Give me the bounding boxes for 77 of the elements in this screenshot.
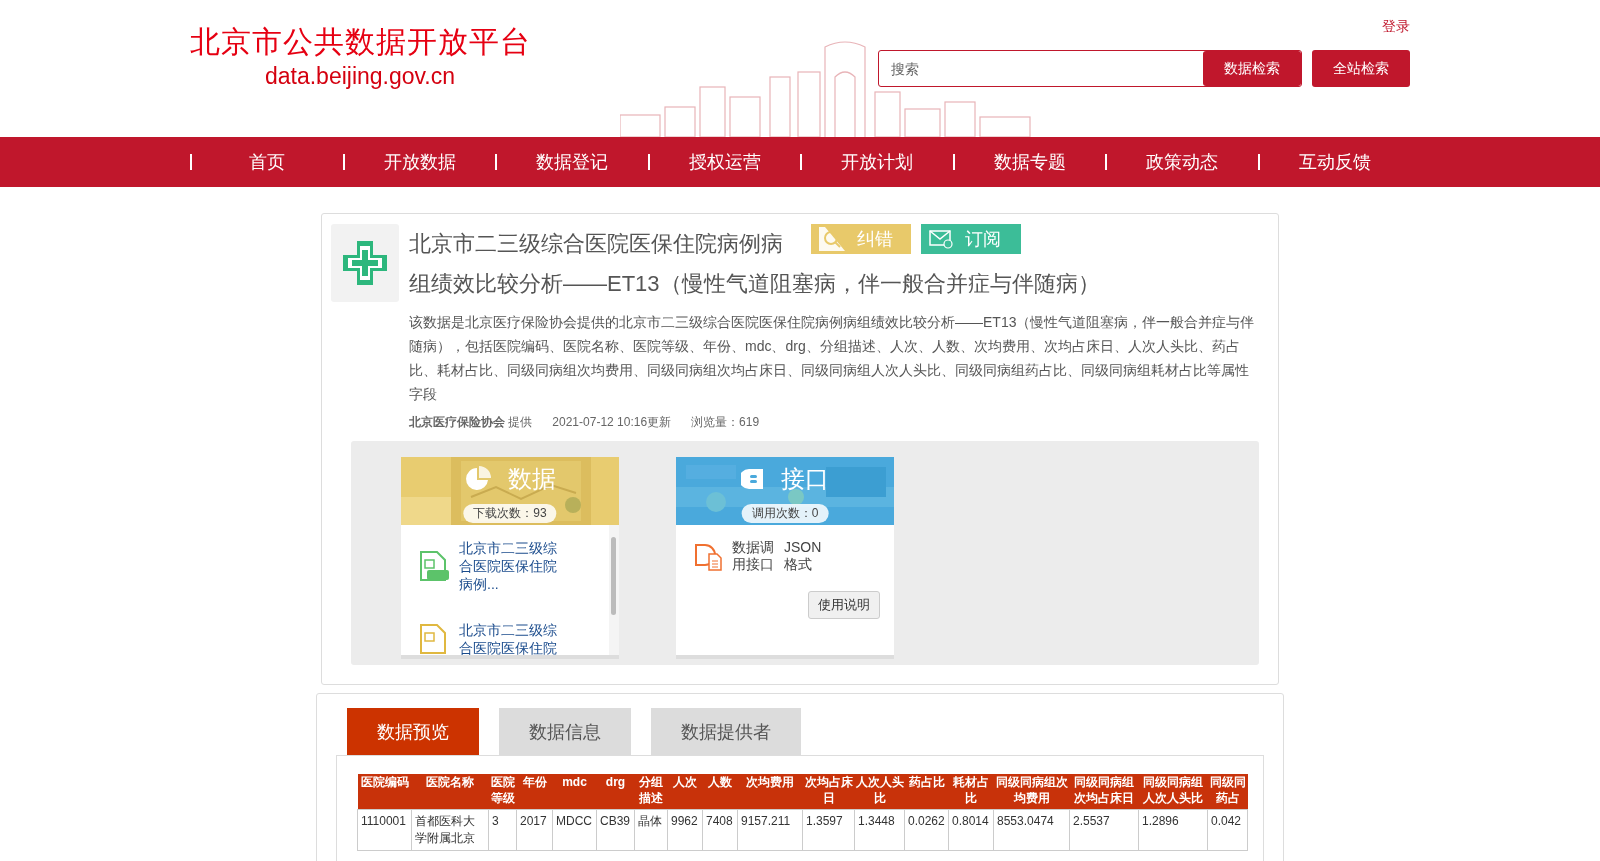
nav-item[interactable]: 首页 xyxy=(192,137,343,187)
logo-url: data.beijing.gov.cn xyxy=(264,62,456,91)
column-header: 人次人头比 xyxy=(854,774,905,810)
usage-guide-button[interactable]: 使用说明 xyxy=(808,591,880,619)
table-cell: 9157.211 xyxy=(737,809,803,851)
call-count: 调用次数：0 xyxy=(741,504,829,523)
column-header: 同级同药占 xyxy=(1207,774,1248,810)
table-cell: 8553.0474 xyxy=(993,809,1070,851)
api-format-text: JSON格式 xyxy=(784,539,823,573)
nav-item[interactable]: 互动反馈 xyxy=(1259,137,1410,187)
logo-title: 北京市公共数据开放平台 xyxy=(189,24,531,60)
envelope-icon xyxy=(929,229,953,249)
column-header: 同级同病组次均占床日 xyxy=(1069,774,1139,810)
api-tile-title: 接口 xyxy=(781,464,829,494)
plug-icon xyxy=(741,467,765,491)
column-header: 医院编码 xyxy=(357,774,412,810)
table-cell: 7408 xyxy=(702,809,738,851)
nav-item[interactable]: 政策动态 xyxy=(1107,137,1258,187)
cross-icon xyxy=(340,238,390,288)
tab[interactable]: 数据预览 xyxy=(347,708,479,755)
tab[interactable]: 数据信息 xyxy=(499,708,631,755)
column-header: 医院名称 xyxy=(411,774,489,810)
table-cell: CB39 xyxy=(596,809,635,851)
table-cell: 1.3448 xyxy=(854,809,905,851)
nav-item[interactable]: 授权运营 xyxy=(649,137,800,187)
table-cell: 2017 xyxy=(516,809,553,851)
nav-item[interactable]: 数据登记 xyxy=(497,137,648,187)
provider-name: 北京医疗保险协会 xyxy=(409,415,505,429)
nav-item[interactable]: 数据专题 xyxy=(954,137,1105,187)
table-cell: 0.0262 xyxy=(904,809,949,851)
download-count: 下载次数：93 xyxy=(463,504,557,523)
dataset-title: 北京市二三级综合医院医保住院病例病 xyxy=(409,230,783,258)
column-header: 人数 xyxy=(702,774,738,810)
table-cell: MDCC xyxy=(552,809,597,851)
pie-chart-icon xyxy=(464,465,492,493)
dataset-description: 该数据是北京医疗保险协会提供的北京市二三级综合医院医保住院病例病组绩效比较分析——ET13（慢性气道阻塞病，伴一般合并症与伴随病），包括医院编码、医院名称、医院等级、年份、mdc、drg、分组描述、人次、人数、次均费用、次均占床日、人次人头比、药占比、耗材占比、同级同病组次均费用、同级同病组次均占床日、同级同病组人次人头比、同级同病组药占比、同级同病组耗材占比等属性字段 xyxy=(409,313,1256,404)
magnifier-icon xyxy=(819,227,845,251)
table-cell: 1.3597 xyxy=(802,809,855,851)
column-header: 次均费用 xyxy=(737,774,803,810)
nav-item[interactable]: 开放计划 xyxy=(802,137,953,187)
column-header: 同级同病组次均费用 xyxy=(993,774,1070,810)
scrollbar[interactable] xyxy=(609,525,619,655)
api-format-text: 数据调用接口 xyxy=(732,539,775,573)
table-cell: 9962 xyxy=(667,809,703,851)
table-cell: 1110001 xyxy=(357,809,412,851)
column-header: 耗材占比 xyxy=(948,774,994,810)
nav-item[interactable]: 开放数据 xyxy=(344,137,495,187)
data-search-button[interactable]: 数据检索 xyxy=(1203,51,1301,86)
spreadsheet-file-icon xyxy=(419,550,451,582)
provider-label: 提供 xyxy=(508,415,533,429)
column-header: 年份 xyxy=(516,774,553,810)
table-cell: 首都医科大学附属北京 xyxy=(411,809,489,851)
table-cell: 2.5537 xyxy=(1069,809,1139,851)
dataset-title: 组绩效比较分析——ET13（慢性气道阻塞病，伴一般合并症与伴随病） xyxy=(409,270,1101,298)
table-cell: 晶体 xyxy=(634,809,668,851)
table-cell: 3 xyxy=(488,809,517,851)
search-field[interactable]: 搜索 数据检索 xyxy=(878,50,1302,87)
column-header: 次均占床日 xyxy=(802,774,855,810)
update-time: 2021-07-12 10:16更新 xyxy=(552,414,672,431)
file-link[interactable]: 北京市二三级综合医院医保住院 xyxy=(459,621,559,655)
column-header: 人次 xyxy=(667,774,703,810)
column-header: mdc xyxy=(552,774,597,810)
column-header: 同级同病组人次人头比 xyxy=(1138,774,1208,810)
data-tile-title: 数据 xyxy=(508,464,556,494)
site-search-button[interactable]: 全站检索 xyxy=(1312,50,1410,87)
table-cell: 0.042 xyxy=(1207,809,1248,851)
table-cell: 0.8014 xyxy=(948,809,994,851)
tab[interactable]: 数据提供者 xyxy=(651,708,801,755)
column-header: drg xyxy=(596,774,635,810)
column-header: 分组描述 xyxy=(634,774,668,810)
file-link[interactable]: 北京市二三级综合医院医保住院病例... xyxy=(459,539,559,593)
column-header: 医院等级 xyxy=(488,774,517,810)
column-header: 药占比 xyxy=(904,774,949,810)
document-icon xyxy=(694,541,724,571)
table-cell: 1.2896 xyxy=(1138,809,1208,851)
login-link[interactable]: 登录 xyxy=(1382,18,1410,36)
view-count: 浏览量：619 xyxy=(691,414,760,431)
